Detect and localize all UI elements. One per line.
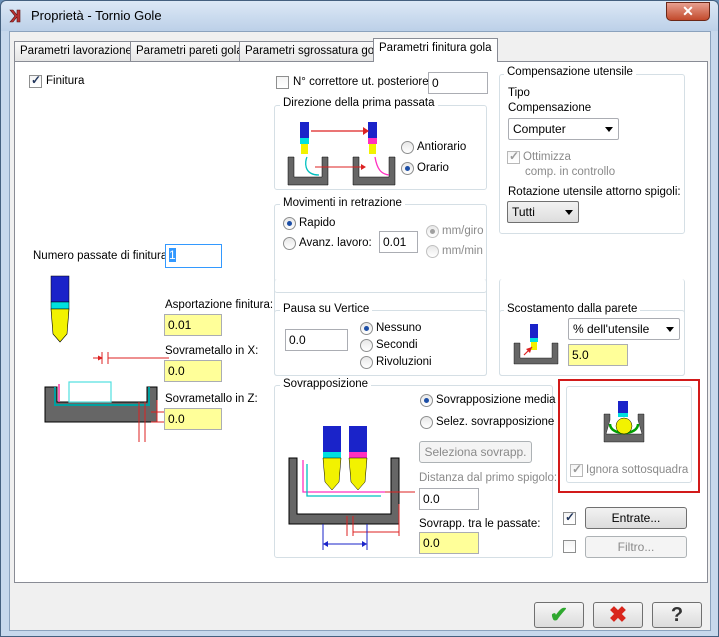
scostamento-input[interactable]: 5.0 — [568, 344, 628, 366]
sovra-x-input[interactable]: 0.0 — [164, 360, 222, 382]
tra-passate-label: Sovrapp. tra le passate: — [419, 518, 541, 530]
selez-sovrapp-radio[interactable] — [420, 416, 433, 429]
pausa-input[interactable]: 0.0 — [285, 329, 348, 351]
window-title: Proprietà - Tornio Gole — [31, 8, 162, 23]
seleziona-sovrapp-button[interactable]: Seleziona sovrapp. — [419, 441, 532, 463]
correttore-input[interactable]: 0 — [428, 72, 488, 94]
movimenti-title: Movimenti in retrazione — [280, 197, 405, 209]
asportazione-input[interactable]: 0.01 — [164, 314, 222, 336]
direzione-title: Direzione della prima passata — [280, 97, 438, 109]
correttore-checkbox[interactable] — [276, 76, 289, 89]
scostamento-diagram — [513, 324, 559, 365]
ottimizza-label: Ottimizza — [523, 151, 571, 163]
help-icon: ? — [670, 604, 684, 626]
ottimizza-checkbox[interactable] — [507, 149, 520, 164]
sottosquadra-diagram — [603, 401, 645, 443]
close-button[interactable]: ✕ — [666, 2, 710, 21]
rapido-radio[interactable] — [283, 217, 296, 230]
asportazione-label: Asportazione finitura: — [165, 299, 274, 311]
mm-giro-label: mm/giro — [442, 225, 484, 237]
sovrapp-media-label: Sovrapposizione media — [436, 394, 556, 406]
app-icon — [9, 9, 21, 23]
rapido-label: Rapido — [299, 217, 336, 229]
help-button[interactable]: ? — [652, 602, 702, 628]
nessuno-label: Nessuno — [376, 322, 422, 334]
sovra-z-input[interactable]: 0.0 — [164, 408, 222, 430]
checkmark-icon: ✔ — [549, 602, 569, 627]
entrate-button[interactable]: Entrate... — [585, 507, 687, 529]
tab-parametri-finitura-gola[interactable]: Parametri finitura gola — [373, 38, 498, 62]
tab-parametri-pareti-gola[interactable]: Parametri pareti gola — [130, 41, 249, 61]
nessuno-radio[interactable] — [360, 322, 373, 335]
scostamento-unit-select[interactable]: % dell'utensile — [568, 318, 680, 340]
title-bar: Proprietà - Tornio Gole ✕ — [1, 1, 718, 31]
secondi-label: Secondi — [376, 339, 418, 351]
tipo-label-2: Compensazione — [508, 102, 592, 114]
ignora-sottosquadra-label: Ignora sottosquadra — [586, 464, 689, 476]
finitura-diagram — [44, 275, 169, 442]
dialog-window: Proprietà - Tornio Gole ✕ Parametri lavo… — [0, 0, 719, 637]
filtro-button[interactable]: Filtro... — [585, 536, 687, 558]
correttore-label: N° correttore ut. posteriore — [293, 76, 429, 88]
selez-sovrapp-label: Selez. sovrapposizione — [436, 416, 555, 428]
chevron-down-icon — [565, 210, 573, 215]
tab-parametri-sgrossatura-gola[interactable]: Parametri sgrossatura gola — [239, 41, 390, 61]
distanza-input[interactable]: 0.0 — [419, 488, 479, 510]
sovra-z-label: Sovrametallo in Z: — [165, 393, 258, 405]
pausa-title: Pausa su Vertice — [280, 303, 373, 315]
orario-radio[interactable] — [401, 162, 414, 175]
tra-passate-input[interactable]: 0.0 — [419, 532, 479, 554]
num-passate-input[interactable]: 1 — [165, 244, 222, 268]
rotazione-select[interactable]: Tutti — [507, 201, 579, 223]
ottimizza-sub-label: comp. in controllo — [525, 166, 616, 178]
tab-parametri-lavorazione[interactable]: Parametri lavorazione — [14, 41, 138, 61]
num-passate-label: Numero passate di finitura: — [33, 250, 171, 262]
mm-min-label: mm/min — [442, 245, 483, 257]
chevron-down-icon — [666, 327, 674, 332]
orario-label: Orario — [417, 162, 449, 174]
ok-button[interactable]: ✔ — [534, 602, 584, 628]
sovrapposizione-diagram — [288, 426, 415, 550]
ignora-sottosquadra-checkbox[interactable] — [570, 462, 583, 477]
tab-panel-finitura: Finitura Numero passate di finitura: 1 — [14, 61, 708, 583]
direzione-diagram — [287, 122, 396, 186]
filtro-checkbox[interactable] — [563, 540, 576, 553]
sovra-x-label: Sovrametallo in X: — [165, 345, 259, 357]
dialog-client: Parametri lavorazione Parametri pareti g… — [9, 31, 711, 631]
rivoluzioni-radio[interactable] — [360, 356, 373, 369]
cross-icon: ✖ — [608, 602, 628, 627]
avanz-lavoro-radio[interactable] — [283, 237, 296, 250]
entrate-checkbox[interactable] — [563, 510, 576, 525]
scostamento-title: Scostamento dalla parete — [504, 303, 641, 315]
avanz-lavoro-label: Avanz. lavoro: — [299, 237, 372, 249]
chevron-down-icon — [605, 127, 613, 132]
antiorario-label: Antiorario — [417, 141, 467, 153]
mm-min-radio[interactable] — [426, 245, 439, 258]
antiorario-radio[interactable] — [401, 141, 414, 154]
cancel-button[interactable]: ✖ — [593, 602, 643, 628]
tipo-compensazione-select[interactable]: Computer — [508, 118, 619, 140]
rivoluzioni-label: Rivoluzioni — [376, 356, 432, 368]
finitura-checkbox[interactable] — [29, 73, 42, 88]
compensazione-title: Compensazione utensile — [504, 66, 636, 78]
mm-giro-radio[interactable] — [426, 225, 439, 238]
tipo-label-1: Tipo — [508, 87, 530, 99]
avanz-lavoro-input[interactable]: 0.01 — [379, 231, 418, 253]
secondi-radio[interactable] — [360, 339, 373, 352]
finitura-label: Finitura — [46, 75, 85, 87]
sovrapp-media-radio[interactable] — [420, 394, 433, 407]
rotazione-label: Rotazione utensile attorno spigoli: — [508, 186, 681, 198]
distanza-label: Distanza dal primo spigolo: — [419, 472, 558, 484]
sovrapposizione-title: Sovrapposizione — [280, 378, 372, 390]
